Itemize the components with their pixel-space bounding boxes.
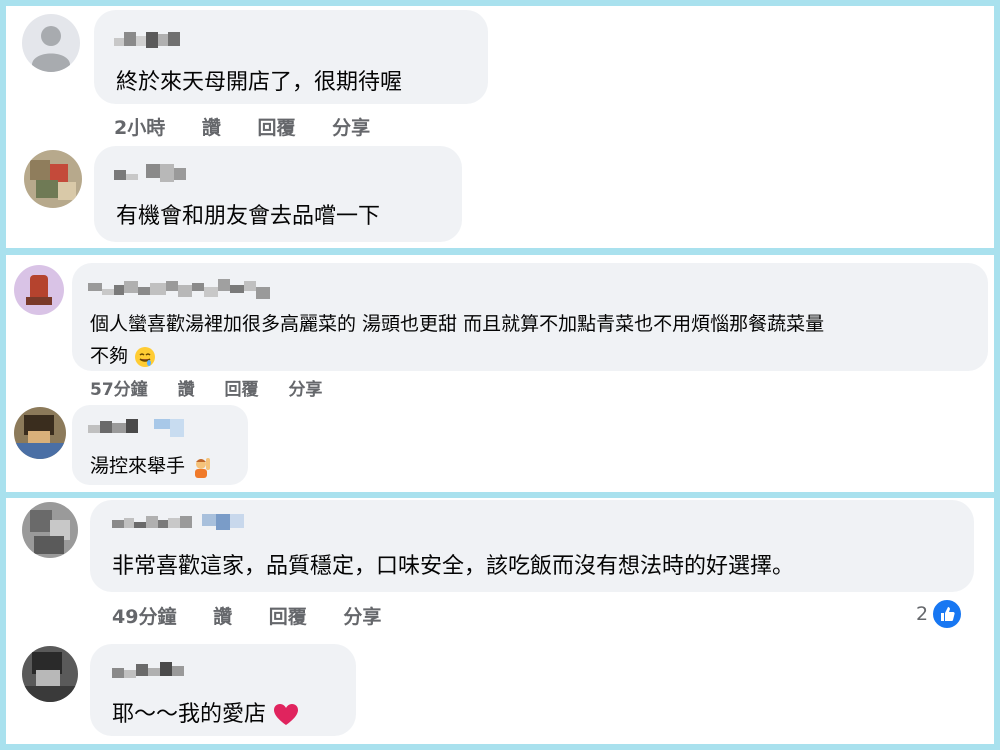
- commenter-name-blurred[interactable]: [88, 419, 184, 439]
- comment-bubble: 湯控來舉手: [72, 405, 248, 485]
- comment-text: 耶～～我的愛店: [112, 696, 299, 728]
- comment-bubble: 有機會和朋友會去品嚐一下: [94, 146, 462, 242]
- avatar-blurred[interactable]: [14, 407, 66, 459]
- comment-panel-3: 非常喜歡這家，品質穩定，口味安全，該吃飯而沒有想法時的好選擇。 49分鐘 讚 回…: [6, 498, 994, 744]
- comment-panel-1: 終於來天母開店了，很期待喔 2小時 讚 回覆 分享 有機會和朋友會去品嚐一下: [6, 6, 994, 248]
- commenter-name-blurred[interactable]: [114, 32, 180, 52]
- default-user-icon: [32, 26, 70, 72]
- avatar-blurred[interactable]: [14, 265, 64, 315]
- commenter-name-blurred[interactable]: [114, 164, 186, 184]
- commenter-name-blurred[interactable]: [112, 662, 184, 682]
- comment-timestamp[interactable]: 2小時: [114, 113, 165, 140]
- commenter-name-blurred[interactable]: [112, 514, 244, 534]
- comment-panel-2: 個人蠻喜歡湯裡加很多高麗菜的 湯頭也更甜 而且就算不加點青菜也不用煩惱那餐蔬菜量…: [6, 255, 994, 492]
- comment-bubble: 個人蠻喜歡湯裡加很多高麗菜的 湯頭也更甜 而且就算不加點青菜也不用煩惱那餐蔬菜量…: [72, 263, 988, 371]
- avatar-blurred[interactable]: [22, 502, 78, 558]
- comment-bubble: 非常喜歡這家，品質穩定，口味安全，該吃飯而沒有想法時的好選擇。: [90, 500, 974, 592]
- comment-timestamp[interactable]: 49分鐘: [112, 602, 176, 629]
- reply-button[interactable]: 回覆: [258, 113, 296, 140]
- comment-actions: 2小時 讚 回覆 分享: [114, 113, 370, 140]
- like-button[interactable]: 讚: [202, 113, 221, 140]
- red-heart-emoji: [274, 704, 299, 725]
- comment-text-continuation: 不夠: [90, 345, 129, 367]
- reaction-count: 2: [916, 603, 929, 625]
- commenter-name-blurred[interactable]: [88, 279, 270, 299]
- like-icon: [931, 598, 964, 630]
- avatar-blurred[interactable]: [22, 646, 78, 702]
- comment-actions: 57分鐘 讚 回覆 分享: [90, 375, 322, 400]
- comment-text-body: 耶～～我的愛店: [112, 702, 267, 727]
- comment-timestamp[interactable]: 57分鐘: [90, 375, 148, 400]
- comment-text-line-1: 個人蠻喜歡湯裡加很多高麗菜的 湯頭也更甜 而且就算不加點青菜也不用煩惱那餐蔬菜量: [90, 313, 825, 335]
- comment-text: 湯控來舉手: [90, 451, 213, 478]
- share-button[interactable]: 分享: [332, 113, 370, 140]
- like-button[interactable]: 讚: [213, 602, 232, 629]
- comment-text-line-2: 不夠: [90, 341, 156, 368]
- comment-actions: 49分鐘 讚 回覆 分享: [112, 602, 381, 629]
- comment-text: 有機會和朋友會去品嚐一下: [116, 204, 381, 229]
- avatar-blurred[interactable]: [24, 150, 82, 208]
- comment-bubble: 耶～～我的愛店: [90, 644, 356, 736]
- share-button[interactable]: 分享: [343, 602, 381, 629]
- avatar-default[interactable]: [22, 14, 80, 72]
- person-raising-hand-emoji: [195, 457, 211, 478]
- share-button[interactable]: 分享: [288, 375, 322, 400]
- comment-text: 非常喜歡這家，品質穩定，口味安全，該吃飯而沒有想法時的好選擇。: [112, 554, 795, 579]
- reply-button[interactable]: 回覆: [269, 602, 307, 629]
- reply-button[interactable]: 回覆: [225, 375, 259, 400]
- comment-bubble: 終於來天母開店了，很期待喔: [94, 10, 488, 104]
- like-button[interactable]: 讚: [178, 375, 195, 400]
- reaction-summary[interactable]: 2: [916, 598, 964, 630]
- comment-text: 終於來天母開店了，很期待喔: [116, 70, 403, 95]
- comment-text-body: 湯控來舉手: [90, 455, 186, 477]
- drooling-face-emoji: [135, 346, 156, 367]
